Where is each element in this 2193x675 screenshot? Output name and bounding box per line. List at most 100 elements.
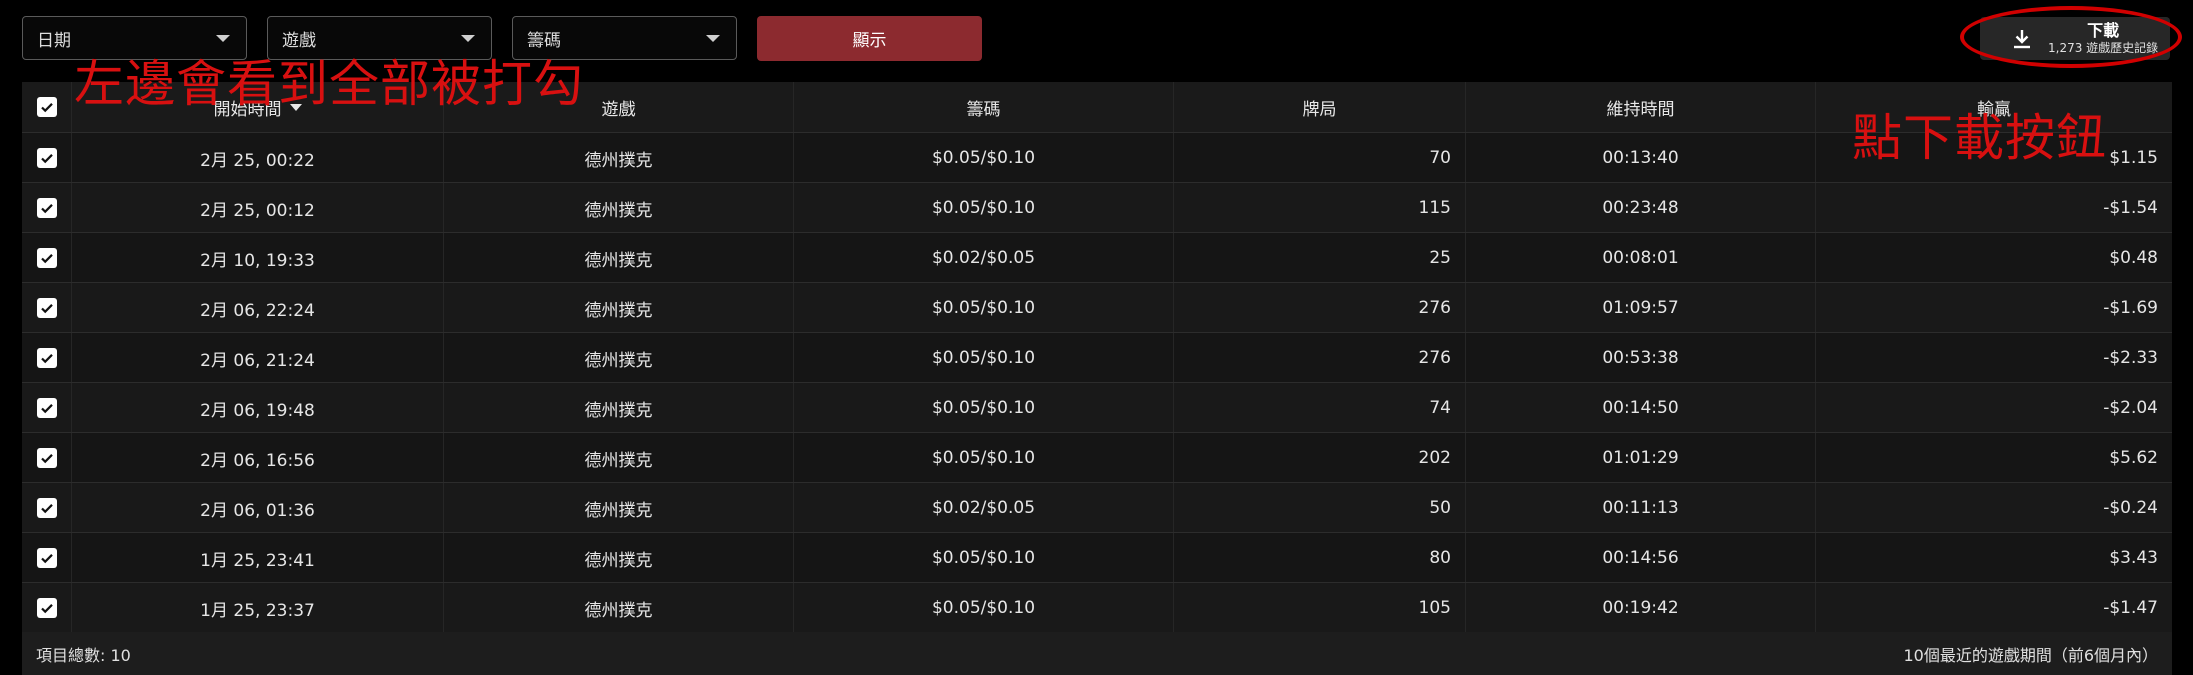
cell-start-time: 2月 10, 19:33 — [72, 233, 444, 283]
chevron-down-icon — [216, 35, 230, 42]
cell-win-loss: $0.48 — [2109, 248, 2158, 268]
checkmark-icon — [40, 154, 53, 164]
select-all-checkbox[interactable] — [36, 97, 57, 117]
cell-stakes: $0.05/$0.10 — [794, 183, 1174, 233]
row-checkbox-cell — [22, 183, 72, 233]
cell-win-loss: $3.43 — [2109, 548, 2158, 568]
date-select-label: 日期 — [37, 30, 71, 51]
cell-stakes: $0.05/$0.10 — [794, 433, 1174, 483]
checkmark-icon — [40, 404, 53, 414]
table-row[interactable]: 1月 25, 23:41 德州撲克 $0.05/$0.10 80 00:14:5… — [22, 532, 2172, 583]
cell-duration: 01:09:57 — [1466, 283, 1816, 333]
cell-game: 德州撲克 — [444, 133, 794, 183]
cell-win-loss: -$2.04 — [2103, 398, 2158, 418]
cell-start-time: 1月 25, 23:41 — [72, 533, 444, 583]
cell-game: 德州撲克 — [444, 583, 794, 633]
download-icon — [2014, 29, 2030, 48]
cell-stakes: $0.05/$0.10 — [794, 583, 1174, 633]
table-row[interactable]: 2月 10, 19:33 德州撲克 $0.02/$0.05 25 00:08:0… — [22, 232, 2172, 283]
cell-game: 德州撲克 — [444, 533, 794, 583]
checkmark-icon — [40, 204, 53, 214]
row-checkbox[interactable] — [36, 148, 57, 168]
table-footer: 項目總數: 10 10個最近的遊戲期間（前6個月內） — [22, 632, 2172, 675]
row-checkbox[interactable] — [36, 548, 57, 568]
checkmark-icon — [40, 103, 53, 113]
cell-start-time: 1月 25, 23:37 — [72, 583, 444, 633]
cell-win-loss: $5.62 — [2109, 448, 2158, 468]
cell-hands: 80 — [1174, 533, 1466, 583]
table-row[interactable]: 2月 06, 22:24 德州撲克 $0.05/$0.10 276 01:09:… — [22, 282, 2172, 333]
checkmark-icon — [40, 554, 53, 564]
row-checkbox[interactable] — [36, 298, 57, 318]
table-row[interactable]: 2月 06, 01:36 德州撲克 $0.02/$0.05 50 00:11:1… — [22, 482, 2172, 533]
cell-duration: 00:14:56 — [1466, 533, 1816, 583]
cell-stakes: $0.05/$0.10 — [794, 533, 1174, 583]
show-button[interactable]: 顯示 — [757, 16, 982, 61]
checkmark-icon — [40, 454, 53, 464]
cell-game: 德州撲克 — [444, 483, 794, 533]
footer-note: 10個最近的遊戲期間（前6個月內） — [1903, 645, 2158, 665]
cell-game: 德州撲克 — [444, 283, 794, 333]
cell-hands: 74 — [1174, 383, 1466, 433]
cell-win-loss: -$1.54 — [2103, 198, 2158, 218]
cell-hands: 202 — [1174, 433, 1466, 483]
row-checkbox[interactable] — [36, 248, 57, 268]
cell-duration: 00:23:48 — [1466, 183, 1816, 233]
cell-win-loss: -$1.47 — [2103, 598, 2158, 618]
row-checkbox-cell — [22, 233, 72, 283]
table-row[interactable]: 2月 25, 00:22 德州撲克 $0.05/$0.10 70 00:13:4… — [22, 132, 2172, 183]
cell-stakes: $0.02/$0.05 — [794, 483, 1174, 533]
checkmark-icon — [40, 354, 53, 364]
cell-stakes: $0.05/$0.10 — [794, 383, 1174, 433]
checkmark-icon — [40, 504, 53, 514]
cell-duration: 01:01:29 — [1466, 433, 1816, 483]
download-button[interactable]: 下載 1,273 遊戲歷史記錄 — [1980, 17, 2170, 60]
table-row[interactable]: 2月 25, 00:12 德州撲克 $0.05/$0.10 115 00:23:… — [22, 182, 2172, 233]
cell-start-time: 2月 06, 01:36 — [72, 483, 444, 533]
annotation-right: 點下載按鈕 — [1852, 109, 2107, 167]
cell-game: 德州撲克 — [444, 333, 794, 383]
download-subtitle: 1,273 遊戲歷史記錄 — [2048, 41, 2159, 56]
table-row[interactable]: 1月 25, 23:37 德州撲克 $0.05/$0.10 105 00:19:… — [22, 582, 2172, 633]
row-checkbox[interactable] — [36, 498, 57, 518]
checkmark-icon — [40, 304, 53, 314]
cell-duration: 00:08:01 — [1466, 233, 1816, 283]
cell-start-time: 2月 25, 00:12 — [72, 183, 444, 233]
cell-game: 德州撲克 — [444, 233, 794, 283]
cell-start-time: 2月 06, 21:24 — [72, 333, 444, 383]
cell-hands: 276 — [1174, 283, 1466, 333]
table-row[interactable]: 2月 06, 19:48 德州撲克 $0.05/$0.10 74 00:14:5… — [22, 382, 2172, 433]
footer-total: 項目總數: 10 — [36, 645, 131, 665]
cell-hands: 276 — [1174, 333, 1466, 383]
cell-duration: 00:53:38 — [1466, 333, 1816, 383]
header-stakes[interactable]: 籌碼 — [794, 82, 1174, 132]
cell-hands: 115 — [1174, 183, 1466, 233]
annotation-left: 左邊會看到全部被打勾 — [74, 55, 584, 113]
table-row[interactable]: 2月 06, 21:24 德州撲克 $0.05/$0.10 276 00:53:… — [22, 332, 2172, 383]
row-checkbox[interactable] — [36, 398, 57, 418]
row-checkbox[interactable] — [36, 198, 57, 218]
cell-stakes: $0.05/$0.10 — [794, 283, 1174, 333]
cell-start-time: 2月 06, 22:24 — [72, 283, 444, 333]
cell-hands: 25 — [1174, 233, 1466, 283]
row-checkbox[interactable] — [36, 598, 57, 618]
table-row[interactable]: 2月 06, 16:56 德州撲克 $0.05/$0.10 202 01:01:… — [22, 432, 2172, 483]
chevron-down-icon — [461, 35, 475, 42]
cell-duration: 00:19:42 — [1466, 583, 1816, 633]
row-checkbox[interactable] — [36, 348, 57, 368]
cell-start-time: 2月 25, 00:22 — [72, 133, 444, 183]
cell-start-time: 2月 06, 16:56 — [72, 433, 444, 483]
header-duration[interactable]: 維持時間 — [1466, 82, 1816, 132]
cell-game: 德州撲克 — [444, 383, 794, 433]
select-all-cell — [22, 82, 72, 132]
row-checkbox[interactable] — [36, 448, 57, 468]
row-checkbox-cell — [22, 333, 72, 383]
cell-stakes: $0.05/$0.10 — [794, 133, 1174, 183]
cell-stakes: $0.05/$0.10 — [794, 333, 1174, 383]
cell-win-loss: -$1.69 — [2103, 298, 2158, 318]
header-hands[interactable]: 牌局 — [1174, 82, 1466, 132]
game-history-table: 開始時間 遊戲 籌碼 牌局 維持時間 輸贏 2月 25, 00:22 德州撲克 … — [22, 82, 2172, 675]
cell-duration: 00:14:50 — [1466, 383, 1816, 433]
checkmark-icon — [40, 604, 53, 614]
row-checkbox-cell — [22, 533, 72, 583]
